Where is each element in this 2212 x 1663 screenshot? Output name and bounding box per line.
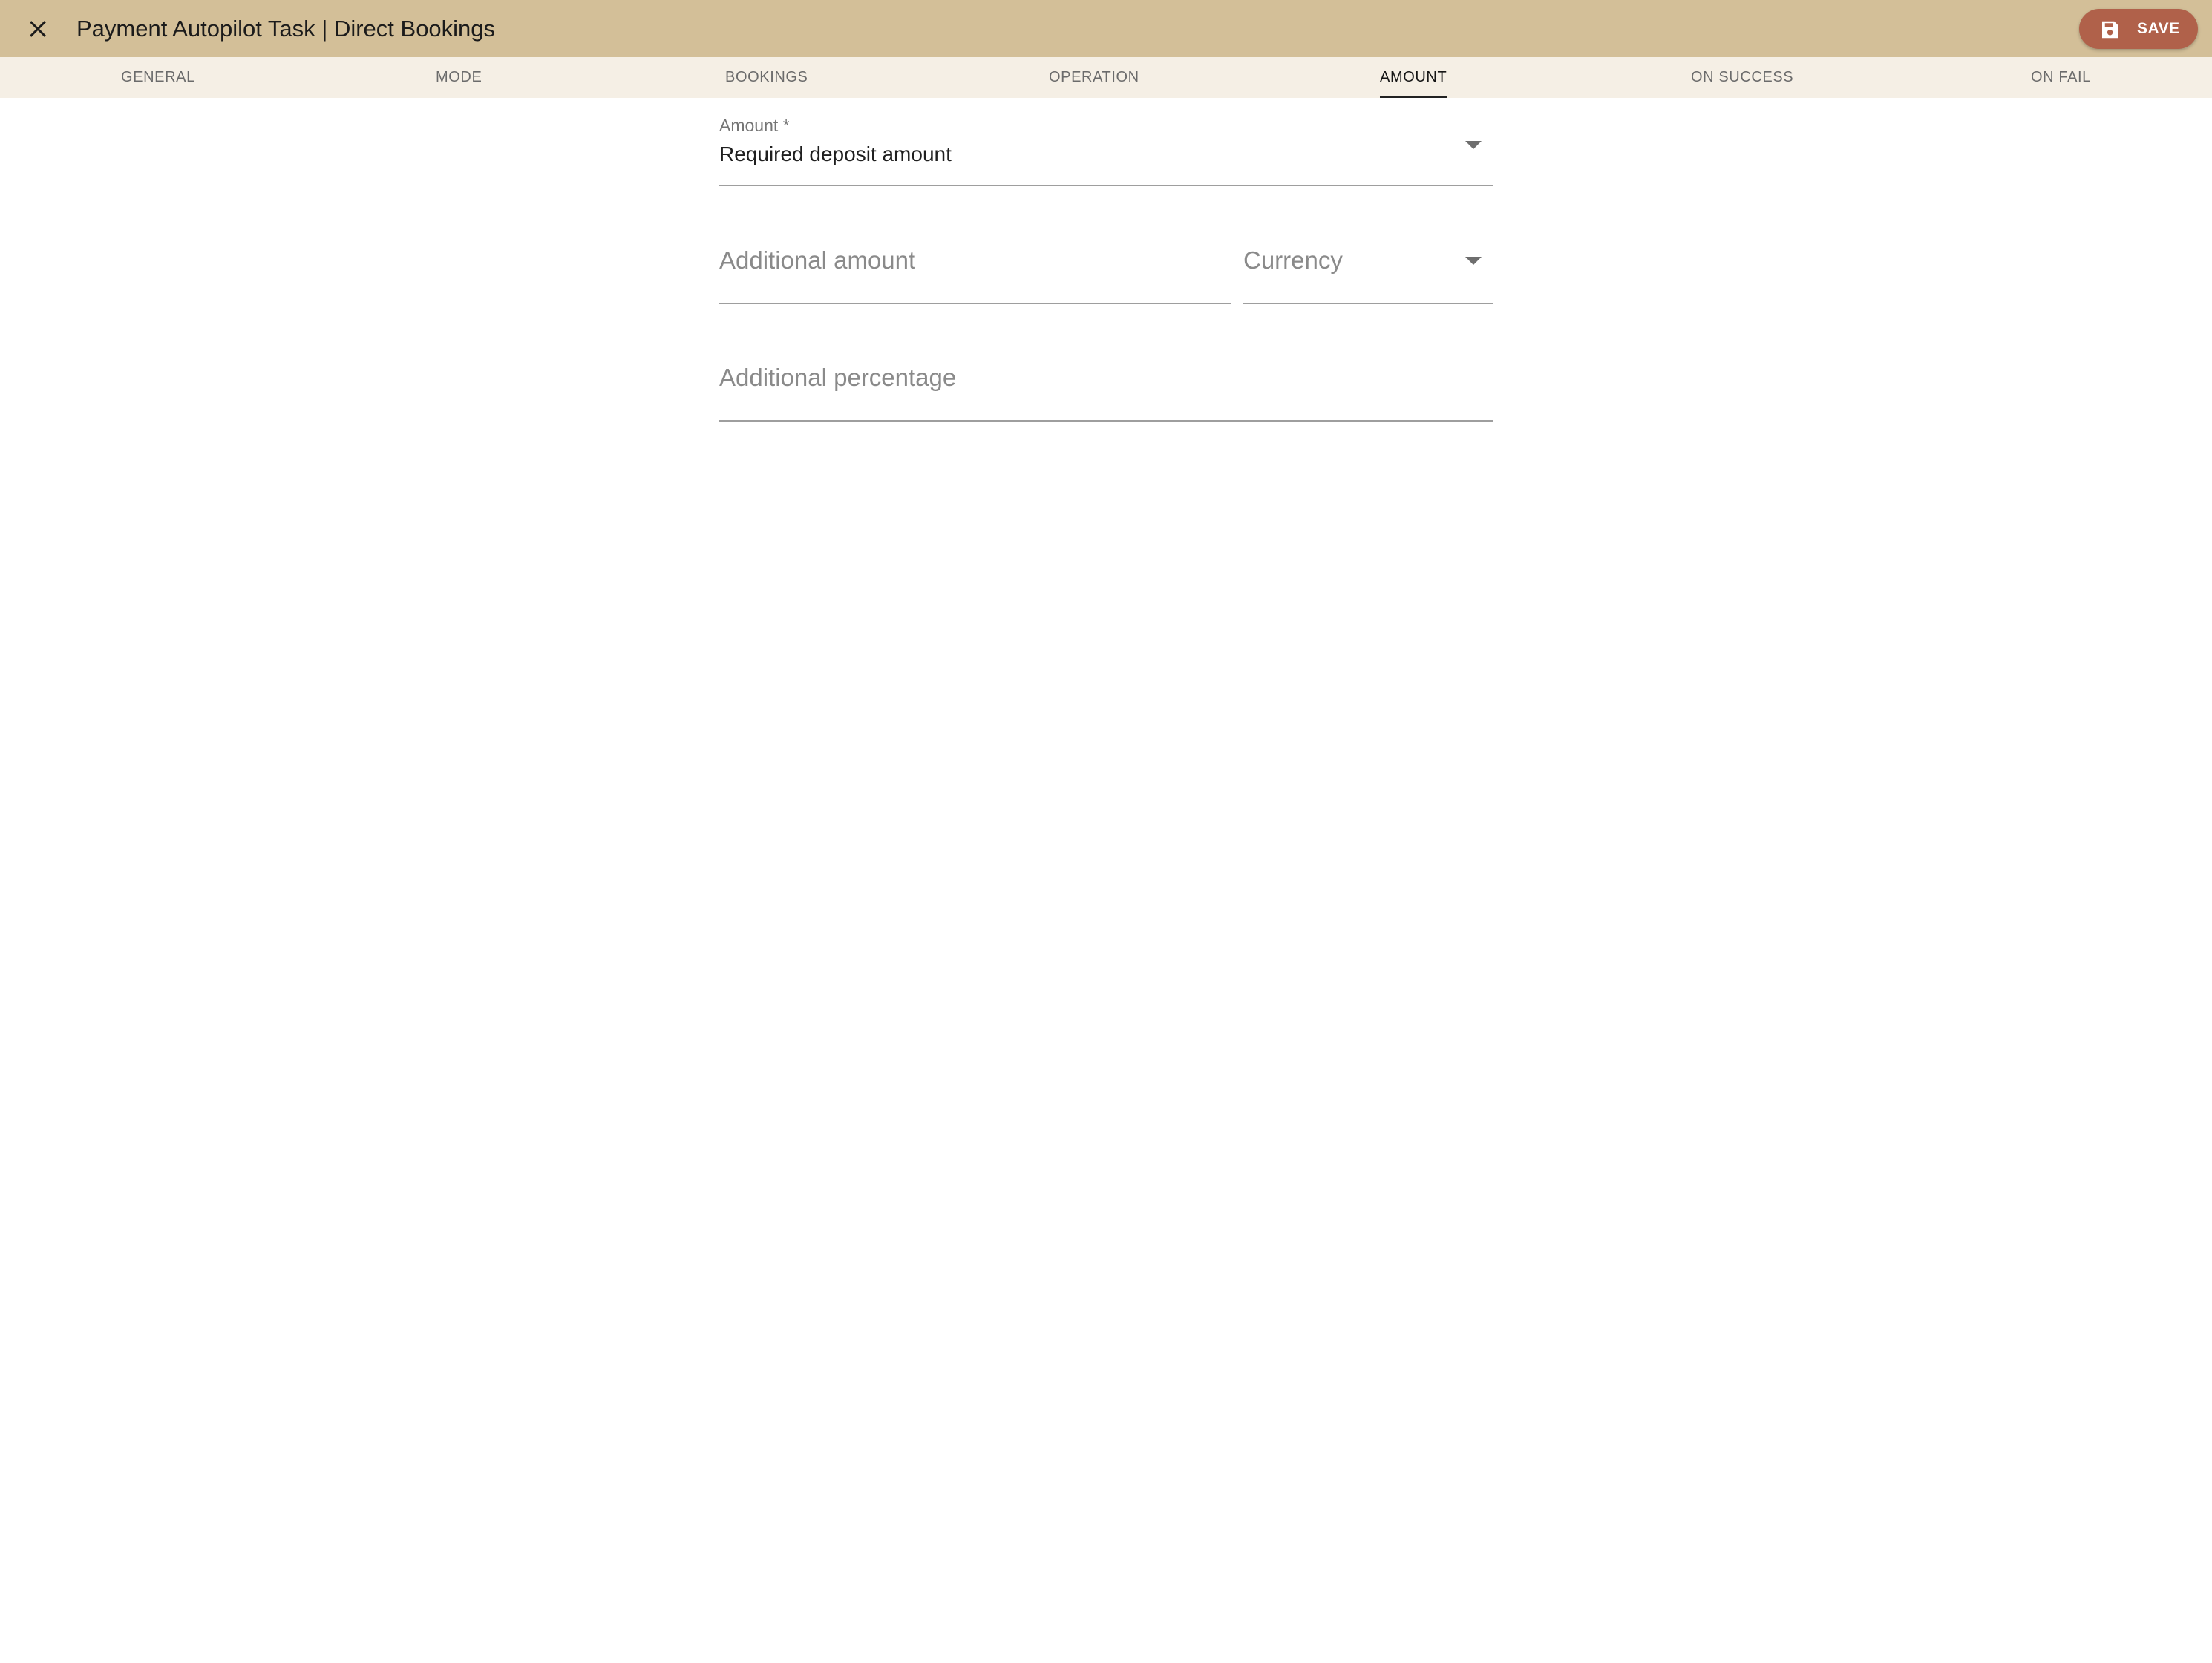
save-button-label: SAVE	[2137, 20, 2180, 37]
amount-select[interactable]: Amount * Required deposit amount	[719, 116, 1493, 186]
tab-bookings[interactable]: BOOKINGS	[725, 57, 808, 98]
currency-placeholder: Currency	[1243, 246, 1343, 274]
currency-select[interactable]: Currency	[1243, 239, 1493, 304]
amount-value: Required deposit amount	[719, 142, 952, 165]
tab-general[interactable]: GENERAL	[121, 57, 195, 98]
tab-on-fail[interactable]: ON FAIL	[2031, 57, 2091, 98]
close-icon	[30, 21, 46, 37]
tab-mode[interactable]: MODE	[436, 57, 482, 98]
currency-underline	[1243, 303, 1493, 304]
additional-amount-underline	[719, 303, 1231, 304]
amount-label: Amount *	[719, 116, 790, 135]
chevron-down-icon	[1465, 257, 1482, 265]
page-title: Payment Autopilot Task | Direct Bookings	[76, 16, 496, 42]
save-icon	[2102, 21, 2118, 39]
additional-percentage-placeholder: Additional percentage	[719, 364, 957, 391]
additional-amount-field[interactable]: Additional amount	[719, 239, 1231, 304]
tab-operation[interactable]: OPERATION	[1049, 57, 1139, 98]
tab-on-success[interactable]: ON SUCCESS	[1691, 57, 1793, 98]
additional-amount-placeholder: Additional amount	[719, 246, 916, 274]
additional-percentage-underline	[719, 420, 1493, 422]
active-tab-indicator	[1380, 96, 1447, 98]
top-app-bar: Payment Autopilot Task | Direct Bookings…	[0, 0, 2212, 57]
tab-bar: GENERAL MODE BOOKINGS OPERATION AMOUNT O…	[0, 57, 2212, 98]
close-button[interactable]	[16, 7, 59, 50]
amount-underline	[719, 185, 1493, 186]
chevron-down-icon	[1465, 141, 1482, 149]
save-button[interactable]: SAVE	[2079, 9, 2198, 49]
tab-amount[interactable]: AMOUNT	[1380, 57, 1447, 98]
additional-percentage-field[interactable]: Additional percentage	[719, 356, 1493, 422]
